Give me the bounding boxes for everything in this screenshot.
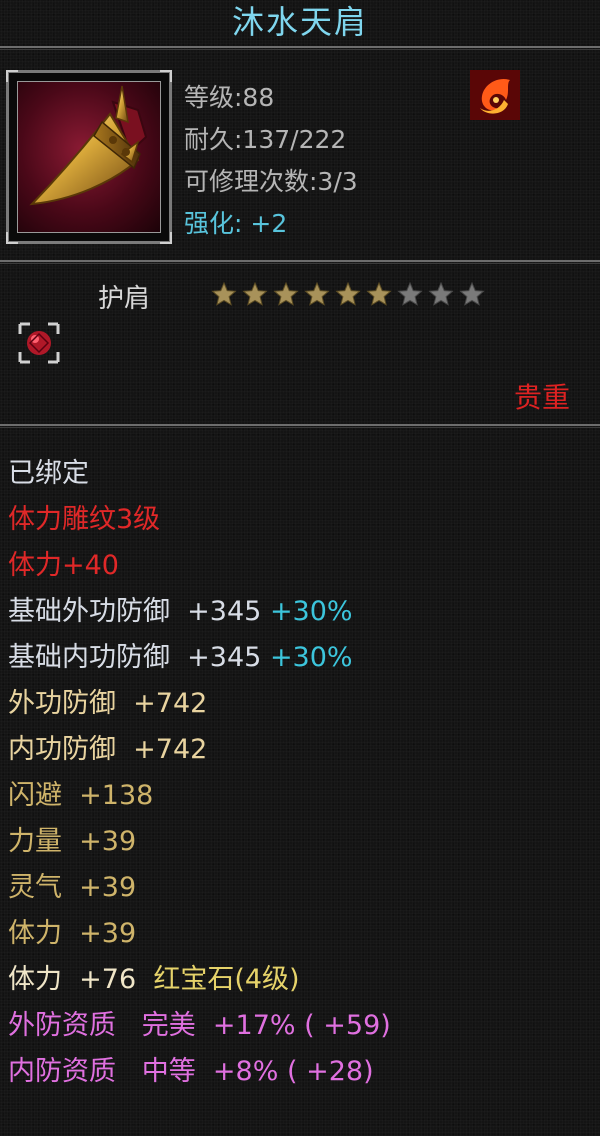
item-durability: 耐久:137/222: [184, 125, 347, 154]
attr-value: +345: [187, 642, 262, 673]
bound-status: 已绑定: [8, 458, 89, 489]
outer-defense-quality: 外防资质 完美 +17% ( +59): [8, 1010, 391, 1042]
attr-label: 体力: [8, 964, 62, 995]
dodge: 闪避 +138: [8, 780, 153, 812]
star-filled-icon: [335, 281, 361, 306]
divider: [0, 46, 600, 50]
attr-percent: +30%: [269, 642, 353, 673]
star-filled-icon: [242, 281, 268, 306]
ruby-gem-socket-icon[interactable]: [18, 322, 60, 364]
item-repair-count: 可修理次数:3/3: [184, 167, 358, 196]
base-outer-defense: 基础外功防御 +345 +30%: [8, 596, 353, 628]
engrave-bonus: 体力+40: [8, 550, 119, 581]
divider: [0, 424, 600, 428]
attr-value: +742: [133, 734, 208, 765]
quality-value: +17%: [212, 1010, 296, 1041]
star-empty-icon: [397, 281, 423, 306]
star-rating-graphic: [211, 281, 485, 306]
frame-corner: [6, 70, 18, 82]
gem-name: 红宝石(4级): [153, 964, 300, 995]
spirit: 灵气 +39: [8, 872, 136, 904]
attr-label: 基础外功防御: [8, 596, 170, 627]
divider: [0, 260, 600, 264]
fire-element-icon: [470, 70, 520, 120]
star-filled-icon: [211, 281, 237, 306]
base-inner-defense: 基础内功防御 +345 +30%: [8, 642, 353, 674]
outer-defense: 外功防御 +742: [8, 688, 207, 720]
item-name: 沐水天肩: [231, 3, 368, 41]
attr-value: +39: [79, 826, 137, 857]
attr-label: 体力: [8, 918, 62, 949]
attr-value: +76: [79, 964, 137, 995]
item-enhance: 强化: +2: [184, 204, 287, 240]
item-level: 等级:88: [184, 83, 275, 112]
gem-bonus: 体力 +76 红宝石(4级): [8, 964, 300, 996]
strength: 力量 +39: [8, 826, 136, 858]
star-empty-icon: [428, 281, 454, 306]
star-filled-icon: [273, 281, 299, 306]
attr-value: +345: [187, 596, 262, 627]
gem-socket-graphic: [18, 322, 60, 364]
star-filled-icon: [304, 281, 330, 306]
attr-value: +138: [79, 780, 154, 811]
attr-label: 闪避: [8, 780, 62, 811]
frame-corner: [160, 232, 172, 244]
attr-label: 内功防御: [8, 734, 116, 765]
enhance-label: 强化:: [184, 209, 243, 238]
attr-percent: +30%: [269, 596, 353, 627]
engrave-name: 体力雕纹3级: [8, 504, 161, 535]
frame-corner: [6, 232, 18, 244]
rarity-label: 贵重: [513, 381, 570, 414]
star-filled-icon: [366, 281, 392, 306]
quality-extra: ( +59): [304, 1010, 391, 1041]
attr-label: 内防资质: [8, 1056, 116, 1087]
attr-value: +39: [79, 918, 137, 949]
quality-grade: 中等: [141, 1056, 196, 1087]
vitality: 体力 +39: [8, 918, 136, 950]
item-icon-frame[interactable]: [6, 70, 172, 244]
attr-label: 基础内功防御: [8, 642, 170, 673]
attr-label: 外功防御: [8, 688, 116, 719]
inner-defense: 内功防御 +742: [8, 734, 207, 766]
quality-value: +8%: [212, 1056, 279, 1087]
attr-label: 力量: [8, 826, 62, 857]
attr-value: +742: [133, 688, 208, 719]
attr-label: 灵气: [8, 872, 62, 903]
inner-defense-quality: 内防资质 中等 +8% ( +28): [8, 1056, 374, 1088]
enhance-value: +2: [250, 209, 288, 238]
attr-label: 外防资质: [8, 1010, 116, 1041]
star-rating: [210, 280, 500, 310]
attr-value: +39: [79, 872, 137, 903]
golden-shoulder-pad-icon: [29, 85, 148, 206]
frame-corner: [160, 70, 172, 82]
star-empty-icon: [459, 281, 485, 306]
quality-grade: 完美: [141, 1010, 196, 1041]
quality-extra: ( +28): [286, 1056, 374, 1087]
item-icon-background: [17, 81, 161, 233]
item-type: 护肩: [98, 284, 151, 314]
